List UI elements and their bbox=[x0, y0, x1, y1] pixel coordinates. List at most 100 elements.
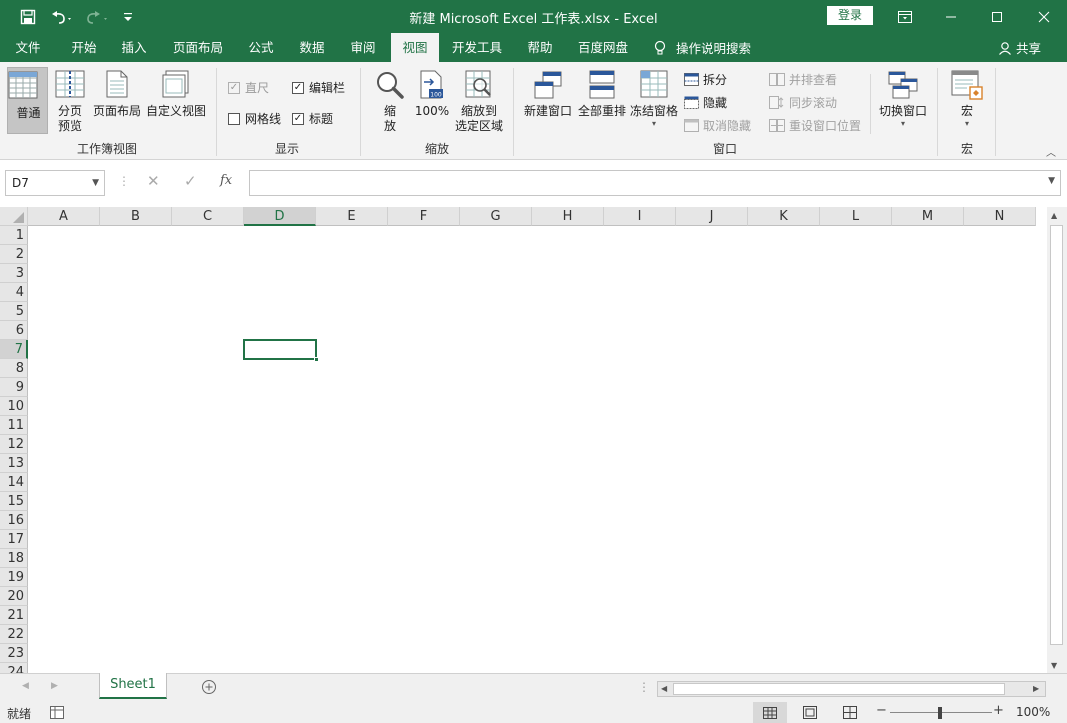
scroll-left-icon[interactable]: ◀ bbox=[661, 684, 667, 693]
name-box[interactable]: D7 ▼ bbox=[5, 170, 105, 196]
row-header[interactable]: 13 bbox=[0, 454, 28, 473]
row-header[interactable]: 3 bbox=[0, 264, 28, 283]
next-sheet-icon[interactable]: ▶ bbox=[51, 681, 58, 691]
custom-views-button[interactable]: 自定义视图 bbox=[145, 70, 207, 119]
view-side-by-side-button[interactable]: 并排查看 bbox=[769, 71, 837, 88]
chevron-down-icon[interactable]: ▼ bbox=[1048, 176, 1055, 186]
row-header[interactable]: 22 bbox=[0, 625, 28, 644]
row-header[interactable]: 19 bbox=[0, 568, 28, 587]
column-header[interactable]: C bbox=[172, 207, 244, 226]
row-header[interactable]: 5 bbox=[0, 302, 28, 321]
tab-file[interactable]: 文件 bbox=[6, 33, 50, 62]
zoom-slider-thumb[interactable] bbox=[938, 707, 942, 719]
normal-view-status-icon[interactable] bbox=[753, 702, 787, 723]
column-header[interactable]: H bbox=[532, 207, 604, 226]
enter-icon[interactable]: ✓ bbox=[184, 172, 197, 190]
ruler-checkbox[interactable]: ✓ 直尺 bbox=[228, 79, 269, 96]
row-header[interactable]: 11 bbox=[0, 416, 28, 435]
zoom-in-icon[interactable]: + bbox=[993, 703, 1004, 718]
scroll-right-icon[interactable]: ▶ bbox=[1033, 684, 1039, 693]
zoom-button[interactable]: 缩 放 bbox=[372, 70, 408, 134]
chevron-down-icon[interactable]: ▼ bbox=[92, 171, 99, 195]
column-header[interactable]: N bbox=[964, 207, 1036, 226]
drag-handle-icon[interactable]: ⋮ bbox=[118, 174, 130, 188]
row-header[interactable]: 16 bbox=[0, 511, 28, 530]
unhide-button[interactable]: 取消隐藏 bbox=[684, 117, 751, 134]
page-break-preview-button[interactable]: 分页 预览 bbox=[52, 70, 88, 134]
close-icon[interactable] bbox=[1021, 0, 1067, 33]
row-header[interactable]: 20 bbox=[0, 587, 28, 606]
save-icon[interactable] bbox=[15, 0, 41, 33]
row-header[interactable]: 14 bbox=[0, 473, 28, 492]
tab-data[interactable]: 数据 bbox=[290, 33, 334, 62]
ribbon-display-options-icon[interactable] bbox=[882, 0, 928, 33]
page-break-status-icon[interactable] bbox=[843, 706, 857, 722]
column-header[interactable]: M bbox=[892, 207, 964, 226]
horizontal-scrollbar[interactable]: ◀ ▶ bbox=[657, 681, 1046, 697]
tab-insert[interactable]: 插入 bbox=[112, 33, 156, 62]
column-header[interactable]: G bbox=[460, 207, 532, 226]
row-header[interactable]: 6 bbox=[0, 321, 28, 340]
column-header[interactable]: E bbox=[316, 207, 388, 226]
row-header[interactable]: 12 bbox=[0, 435, 28, 454]
share-button[interactable]: 共享 bbox=[998, 33, 1041, 62]
scroll-down-icon[interactable]: ▼ bbox=[1051, 661, 1057, 670]
row-header[interactable]: 2 bbox=[0, 245, 28, 264]
login-button[interactable]: 登录 bbox=[827, 6, 873, 25]
split-button[interactable]: 拆分 bbox=[684, 71, 727, 88]
row-header[interactable]: 7 bbox=[0, 340, 28, 359]
synchronous-scrolling-button[interactable]: 同步滚动 bbox=[769, 94, 837, 111]
tab-formulas[interactable]: 公式 bbox=[239, 33, 283, 62]
column-header[interactable]: F bbox=[388, 207, 460, 226]
scroll-up-icon[interactable]: ▲ bbox=[1051, 211, 1057, 220]
row-header[interactable]: 23 bbox=[0, 644, 28, 663]
zoom-100-button[interactable]: 100 100% bbox=[414, 70, 450, 119]
column-header[interactable]: K bbox=[748, 207, 820, 226]
new-sheet-icon[interactable] bbox=[201, 679, 217, 698]
vertical-scrollbar[interactable]: ▲ ▼ bbox=[1047, 207, 1067, 673]
tell-me-search[interactable]: 操作说明搜索 bbox=[654, 33, 751, 62]
new-window-button[interactable]: 新建窗口 bbox=[522, 70, 574, 119]
column-header[interactable]: I bbox=[604, 207, 676, 226]
zoom-level[interactable]: 100% bbox=[1016, 705, 1050, 719]
headings-checkbox[interactable]: ✓ 标题 bbox=[292, 110, 333, 127]
cell-area[interactable] bbox=[28, 226, 1047, 673]
macros-button[interactable]: 宏 ▾ bbox=[946, 70, 988, 128]
row-header[interactable]: 9 bbox=[0, 378, 28, 397]
tab-home[interactable]: 开始 bbox=[60, 33, 108, 62]
row-header[interactable]: 21 bbox=[0, 606, 28, 625]
reset-window-position-button[interactable]: 重设窗口位置 bbox=[769, 117, 861, 134]
row-header[interactable]: 18 bbox=[0, 549, 28, 568]
page-layout-status-icon[interactable] bbox=[803, 706, 817, 722]
freeze-panes-button[interactable]: 冻结窗格 ▾ bbox=[629, 70, 679, 128]
selected-cell[interactable] bbox=[243, 339, 317, 360]
fill-handle[interactable] bbox=[314, 357, 319, 362]
redo-icon[interactable] bbox=[82, 0, 112, 33]
column-header[interactable]: A bbox=[28, 207, 100, 226]
tab-split-handle-icon[interactable]: ⋮ bbox=[638, 680, 650, 694]
page-layout-view-button[interactable]: 页面布局 bbox=[91, 70, 143, 119]
row-header[interactable]: 17 bbox=[0, 530, 28, 549]
column-header[interactable]: D bbox=[244, 207, 316, 226]
column-header[interactable]: L bbox=[820, 207, 892, 226]
insert-function-icon[interactable]: fx bbox=[220, 173, 232, 188]
collapse-ribbon-icon[interactable]: ︿ bbox=[1046, 144, 1056, 159]
cancel-icon[interactable]: ✕ bbox=[147, 172, 160, 190]
tab-baidu-netdisk[interactable]: 百度网盘 bbox=[571, 33, 635, 62]
row-header[interactable]: 15 bbox=[0, 492, 28, 511]
tab-view[interactable]: 视图 bbox=[391, 33, 439, 62]
zoom-to-selection-button[interactable]: 缩放到 选定区域 bbox=[452, 70, 506, 134]
tab-help[interactable]: 帮助 bbox=[518, 33, 562, 62]
maximize-icon[interactable] bbox=[974, 0, 1020, 33]
select-all-corner[interactable] bbox=[0, 207, 28, 226]
vertical-scroll-thumb[interactable] bbox=[1050, 225, 1063, 645]
zoom-out-icon[interactable]: − bbox=[876, 703, 887, 718]
tab-page-layout[interactable]: 页面布局 bbox=[166, 33, 230, 62]
row-header[interactable]: 10 bbox=[0, 397, 28, 416]
customize-quick-access-icon[interactable] bbox=[120, 0, 136, 33]
minimize-icon[interactable] bbox=[928, 0, 974, 33]
macro-record-icon[interactable] bbox=[50, 706, 64, 722]
formula-bar-checkbox[interactable]: ✓ 编辑栏 bbox=[292, 79, 345, 96]
tab-review[interactable]: 审阅 bbox=[341, 33, 385, 62]
previous-sheet-icon[interactable]: ◀ bbox=[22, 681, 29, 691]
